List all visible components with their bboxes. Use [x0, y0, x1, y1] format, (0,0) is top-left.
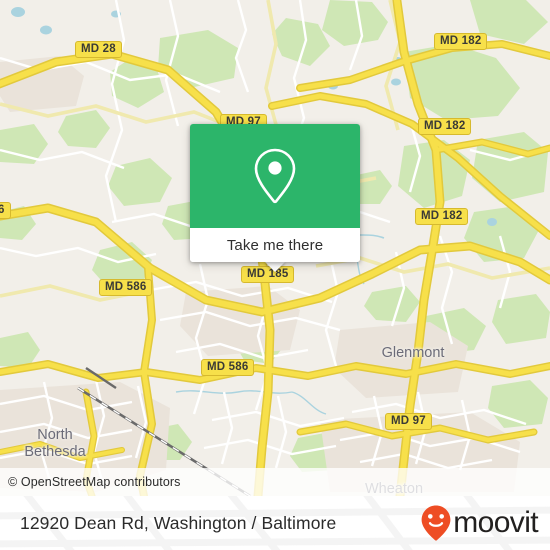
place-label-line: North	[37, 427, 73, 443]
road-shield-md-586-west: MD 586	[99, 279, 153, 296]
attribution-text: © OpenStreetMap contributors	[8, 475, 181, 489]
place-label-north-bethesda: North Bethesda	[0, 427, 115, 461]
road-shield-md-97-south: MD 97	[385, 413, 432, 430]
page-title: 12920 Dean Rd, Washington / Baltimore	[20, 512, 337, 533]
take-me-there-button[interactable]: Take me there	[190, 228, 360, 262]
location-pin-icon	[254, 148, 296, 204]
destination-card[interactable]: Take me there	[190, 124, 360, 262]
place-label-line: Glenmont	[381, 345, 445, 361]
place-label-line: Bethesda	[24, 444, 86, 460]
place-label-glenmont: Glenmont	[353, 345, 473, 361]
moovit-map-screen: MD 28 MD 182 MD 97 MD 182 6 MD 182 MD 586 MD 18…	[0, 0, 550, 550]
road-shield-md-182-north: MD 182	[434, 33, 488, 50]
card-pointer-tail	[264, 261, 286, 272]
road-shield-md-182-east: MD 182	[415, 208, 469, 225]
footer-bar: 12920 Dean Rd, Washington / Baltimore mo…	[0, 496, 550, 550]
moovit-logo[interactable]: moovit	[420, 504, 539, 542]
road-shield-md-586-edge: 6	[0, 202, 11, 219]
road-shield-md-28: MD 28	[75, 41, 122, 58]
take-me-there-label: Take me there	[226, 236, 324, 254]
moovit-smiley-pin-icon	[421, 505, 451, 541]
moovit-wordmark: moovit	[453, 506, 538, 539]
road-shield-md-182-mid: MD 182	[418, 118, 472, 135]
card-header	[190, 124, 360, 228]
map-attribution: © OpenStreetMap contributors	[0, 468, 550, 496]
road-shield-md-586-south: MD 586	[201, 359, 255, 376]
